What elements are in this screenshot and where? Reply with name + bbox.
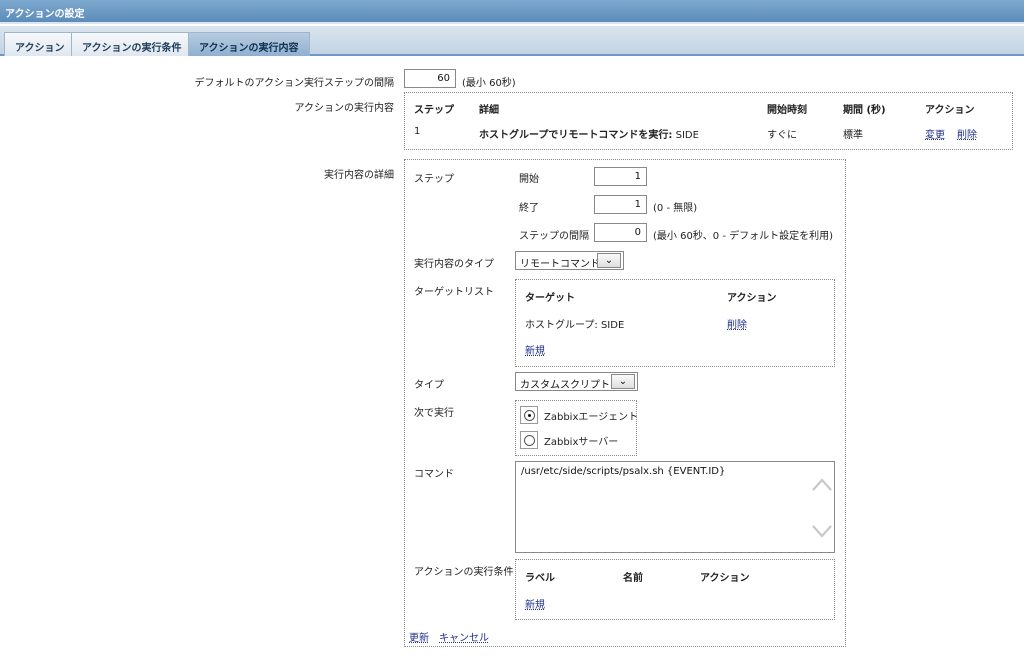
step-from-label: 開始: [519, 174, 539, 185]
execute-on-box: Zabbixエージェント Zabbixサーバー: [515, 400, 639, 456]
target-row-delete-link[interactable]: 削除: [727, 316, 747, 331]
tab-action[interactable]: アクション: [4, 32, 76, 56]
update-link[interactable]: 更新: [409, 629, 429, 644]
target-row-name: ホストグループ: SIDE: [525, 320, 625, 331]
step-period-label: ステップの間隔: [519, 231, 589, 242]
scroll-arrows-icon: [812, 478, 832, 538]
conditions-box: ラベル 名前 アクション 新規: [515, 559, 835, 620]
step-from-input[interactable]: 1: [594, 167, 647, 186]
cond-new-link[interactable]: 新規: [525, 596, 545, 611]
step-to-input[interactable]: 1: [594, 195, 647, 214]
target-list-box: ターゲット アクション ホストグループ: SIDE 削除 新規: [515, 279, 835, 367]
command-label: コマンド: [414, 469, 454, 480]
chevron-down-icon: ⌄: [611, 374, 635, 389]
target-col-action: アクション: [727, 293, 777, 304]
type-label: タイプ: [414, 380, 444, 391]
operations-table: ステップ 詳細 開始時刻 期間 (秒) アクション 1 ホストグループでリモート…: [404, 92, 1013, 150]
col-action: アクション: [925, 105, 975, 116]
col-period: 期間 (秒): [843, 105, 886, 116]
op-row-delete-link[interactable]: 削除: [957, 126, 977, 141]
op-type-label: 実行内容のタイプ: [414, 259, 494, 270]
step-to-label: 終了: [519, 203, 539, 214]
default-step-input[interactable]: 60: [404, 69, 456, 88]
command-textarea[interactable]: /usr/etc/side/scripts/psalx.sh {EVENT.ID…: [515, 461, 835, 553]
cond-col-name: 名前: [623, 573, 643, 584]
operation-details-panel: ステップ 開始 1 終了 1 (0 - 無限) ステップの間隔 0 (最小 60…: [404, 159, 846, 647]
step-to-hint: (0 - 無限): [653, 203, 698, 214]
conditions-label: アクションの実行条件: [414, 567, 514, 578]
tab-operations[interactable]: アクションの実行内容: [188, 32, 310, 56]
cancel-link[interactable]: キャンセル: [439, 629, 489, 644]
col-detail: 詳細: [479, 105, 499, 116]
target-col-target: ターゲット: [525, 293, 575, 304]
target-list-label: ターゲットリスト: [414, 287, 494, 298]
details-label: 実行内容の詳細: [324, 170, 394, 181]
radio-zabbix-server-label: Zabbixサーバー: [544, 437, 619, 448]
radio-zabbix-server[interactable]: [520, 431, 538, 449]
step-label: ステップ: [414, 174, 454, 185]
default-step-label: デフォルトのアクション実行ステップの間隔: [194, 78, 395, 89]
op-row-start: すぐに: [767, 130, 797, 141]
target-new-link[interactable]: 新規: [525, 342, 545, 357]
radio-zabbix-agent-label: Zabbixエージェント: [544, 412, 639, 423]
tab-bar: アクション アクションの実行条件 アクションの実行内容: [0, 26, 1024, 56]
radio-selected-dot: [528, 414, 531, 417]
col-start: 開始時刻: [767, 105, 807, 116]
radio-zabbix-agent[interactable]: [520, 406, 538, 424]
type-select[interactable]: カスタムスクリプト ⌄: [515, 372, 638, 391]
cond-col-action: アクション: [700, 573, 750, 584]
operations-label: アクションの実行内容: [294, 103, 395, 114]
execute-on-label: 次で実行: [414, 408, 454, 419]
col-step: ステップ: [414, 105, 454, 116]
op-row-detail: ホストグループでリモートコマンドを実行: SIDE: [479, 130, 699, 141]
default-step-hint: (最小 60秒): [462, 78, 516, 89]
op-row-step: 1: [414, 126, 421, 137]
chevron-down-icon: ⌄: [597, 253, 621, 268]
op-row-edit-link[interactable]: 変更: [925, 126, 945, 141]
op-row-period: 標準: [843, 130, 863, 141]
textarea-scrollbar[interactable]: [810, 462, 834, 552]
step-period-hint: (最小 60秒、0 - デフォルト設定を利用): [653, 231, 834, 242]
op-type-select[interactable]: リモートコマンド ⌄: [515, 251, 624, 270]
step-period-input[interactable]: 0: [594, 223, 647, 242]
window-title: アクションの設定: [0, 0, 1024, 24]
tab-conditions[interactable]: アクションの実行条件: [71, 32, 193, 56]
cond-col-label: ラベル: [525, 573, 555, 584]
